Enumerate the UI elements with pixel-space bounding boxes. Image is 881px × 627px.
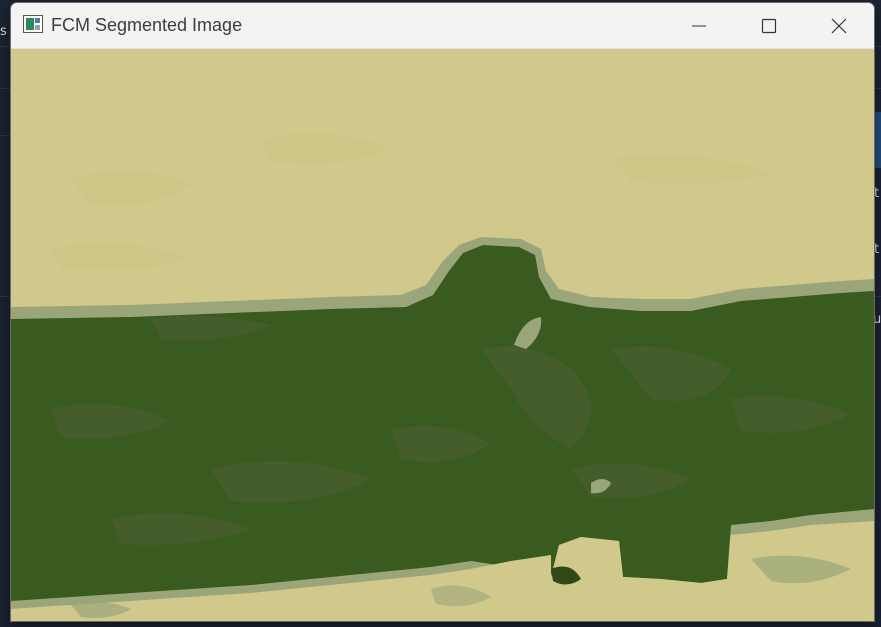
minimize-button[interactable] bbox=[664, 3, 734, 48]
image-window-icon bbox=[23, 15, 43, 33]
segmented-image-window: FCM Segmented Image bbox=[10, 2, 875, 622]
close-icon bbox=[831, 18, 847, 34]
maximize-icon bbox=[761, 18, 777, 34]
minimize-icon bbox=[691, 18, 707, 34]
segmented-image bbox=[11, 49, 874, 621]
window-title: FCM Segmented Image bbox=[51, 15, 243, 35]
title-bar[interactable]: FCM Segmented Image bbox=[11, 3, 874, 49]
maximize-button[interactable] bbox=[734, 3, 804, 48]
background-text: s bbox=[0, 24, 7, 39]
close-button[interactable] bbox=[804, 3, 874, 48]
segmented-image-canvas[interactable] bbox=[11, 49, 874, 621]
